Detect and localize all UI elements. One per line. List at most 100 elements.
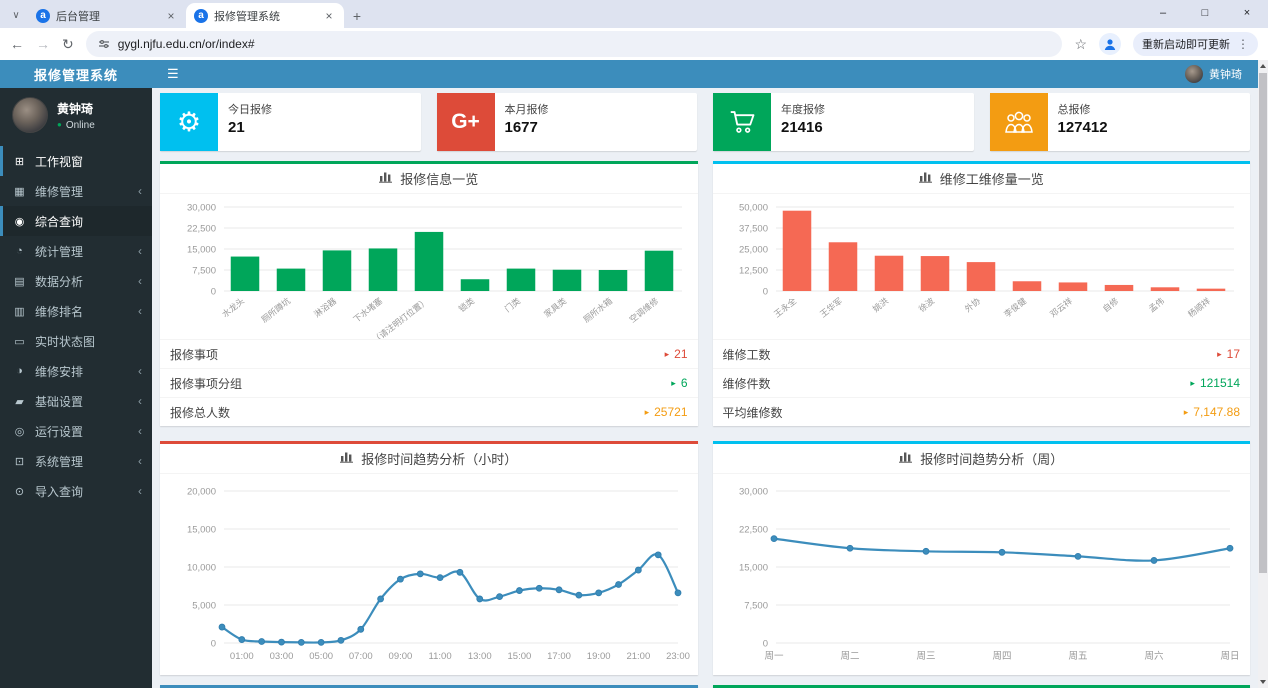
data-point-19:00[interactable]: [595, 589, 602, 597]
data-point-周五[interactable]: [1074, 552, 1082, 560]
data-point-12:00[interactable]: [456, 568, 464, 576]
site-settings-icon[interactable]: [98, 38, 110, 50]
page-scrollbar[interactable]: [1258, 60, 1268, 688]
stat-row-维修件数[interactable]: 维修件数 ▸ 121514: [712, 368, 1250, 397]
sidebar-item-实时状态图[interactable]: ▭ 实时状态图: [0, 326, 152, 356]
bar-厕所蹲坑[interactable]: [276, 268, 306, 291]
data-point-18:00[interactable]: [575, 591, 583, 599]
data-point-周二[interactable]: [846, 544, 854, 552]
bar-邓云祥[interactable]: [1058, 282, 1088, 291]
data-point-17:00[interactable]: [555, 586, 563, 594]
sidebar-item-系统管理[interactable]: ⊡ 系统管理 ‹: [0, 446, 152, 476]
bar-杨顺祥[interactable]: [1196, 288, 1226, 291]
tab-admin[interactable]: a 后台管理 ×: [28, 3, 186, 28]
data-point-06:00[interactable]: [337, 636, 345, 644]
data-point-21:00[interactable]: [634, 566, 642, 574]
svg-text:王华军: 王华军: [818, 296, 844, 320]
bar-孟伟[interactable]: [1150, 287, 1180, 291]
sidebar-item-运行设置[interactable]: ◎ 运行设置 ‹: [0, 416, 152, 446]
bar-王永全[interactable]: [782, 210, 812, 291]
stat-card-本月报修[interactable]: G+ 本月报修 1677: [436, 93, 697, 151]
bar-家具类[interactable]: [552, 269, 582, 291]
hamburger-menu-icon[interactable]: ☰: [152, 66, 194, 82]
tab-close-icon[interactable]: ×: [164, 9, 178, 23]
data-point-周六[interactable]: [1150, 557, 1158, 564]
bar-chart-icon: [379, 171, 393, 186]
data-point-01:00[interactable]: [238, 636, 245, 643]
data-point-20:00[interactable]: [614, 581, 622, 588]
app-title[interactable]: 报修管理系统: [0, 60, 152, 88]
data-point-09:00[interactable]: [396, 575, 404, 583]
data-point-周日[interactable]: [1226, 544, 1234, 552]
data-point-07:00[interactable]: [357, 625, 364, 633]
data-point-04:00[interactable]: [297, 638, 305, 646]
data-point-03:00[interactable]: [277, 638, 285, 646]
bar-空调维修[interactable]: [644, 250, 674, 291]
data-point-22:00[interactable]: [654, 551, 662, 559]
data-point-14:00[interactable]: [495, 593, 503, 601]
maximize-button[interactable]: □: [1184, 0, 1226, 26]
stat-row-平均维修数[interactable]: 平均维修数 ▸ 7,147.88: [712, 397, 1250, 426]
stat-card-今日报修[interactable]: ⚙ 今日报修 21: [160, 93, 421, 151]
data-point-11:00[interactable]: [436, 574, 444, 582]
tab-close-icon[interactable]: ×: [322, 9, 336, 23]
tab-repair-system[interactable]: a 报修管理系统 ×: [186, 3, 344, 28]
bar-下水堵塞[interactable]: [368, 248, 398, 291]
sidebar-item-导入查询[interactable]: ⊙ 导入查询 ‹: [0, 476, 152, 506]
scroll-down-arrow-icon[interactable]: [1258, 676, 1268, 688]
data-point-02:00[interactable]: [258, 638, 265, 645]
new-tab-button[interactable]: +: [344, 8, 370, 24]
data-point-05:00[interactable]: [317, 638, 325, 646]
forward-icon[interactable]: →: [36, 37, 50, 51]
data-point-15:00[interactable]: [515, 587, 523, 594]
bar-门类[interactable]: [506, 268, 536, 291]
tab-search-icon[interactable]: ∨: [4, 3, 28, 27]
bookmark-star-icon[interactable]: ☆: [1074, 36, 1087, 53]
bar-锁类[interactable]: [460, 279, 490, 291]
bar-灯（请注明灯位置）[interactable]: [414, 231, 444, 291]
address-bar[interactable]: gygl.njfu.edu.cn/or/index#: [85, 31, 1063, 57]
data-point-周一[interactable]: [770, 535, 778, 543]
kebab-menu-icon[interactable]: ⋮: [1237, 37, 1249, 51]
data-point-08:00[interactable]: [376, 595, 384, 603]
scrollbar-thumb[interactable]: [1259, 73, 1267, 573]
bar-姚洪[interactable]: [874, 255, 904, 291]
sidebar-item-数据分析[interactable]: ▤ 数据分析 ‹: [0, 266, 152, 296]
reload-icon[interactable]: ↻: [62, 37, 74, 51]
bar-外协[interactable]: [966, 262, 996, 291]
close-button[interactable]: ×: [1226, 0, 1268, 26]
bar-李俊健[interactable]: [1012, 281, 1042, 291]
sidebar-item-基础设置[interactable]: ▰ 基础设置 ‹: [0, 386, 152, 416]
data-point-13:00[interactable]: [476, 595, 483, 603]
data-point-00:00[interactable]: [218, 623, 226, 631]
sidebar-item-工作视窗[interactable]: ⊞ 工作视窗: [0, 146, 152, 176]
stat-card-年度报修[interactable]: 年度报修 21416: [713, 93, 974, 151]
bar-自修[interactable]: [1104, 284, 1134, 291]
stat-row-报修总人数[interactable]: 报修总人数 ▸ 25721: [160, 397, 698, 426]
minimize-button[interactable]: –: [1142, 0, 1184, 26]
bar-王华军[interactable]: [828, 242, 858, 291]
browser-profile-icon[interactable]: [1099, 33, 1121, 55]
stat-row-报修事项分组[interactable]: 报修事项分组 ▸ 6: [160, 368, 698, 397]
bar-水龙头[interactable]: [230, 256, 260, 291]
stat-row-报修事项[interactable]: 报修事项 ▸ 21: [160, 339, 698, 368]
data-point-16:00[interactable]: [535, 584, 543, 592]
data-point-周三[interactable]: [922, 547, 930, 555]
sidebar-item-维修排名[interactable]: ▥ 维修排名 ‹: [0, 296, 152, 326]
update-chrome-button[interactable]: 重新启动即可更新 ⋮: [1133, 32, 1258, 56]
sidebar-item-维修管理[interactable]: ▦ 维修管理 ‹: [0, 176, 152, 206]
back-icon[interactable]: ←: [10, 37, 24, 51]
bar-徐波[interactable]: [920, 256, 950, 291]
sidebar-item-综合查询[interactable]: ◉ 综合查询: [0, 206, 152, 236]
sidebar-item-统计管理[interactable]: ◔ 统计管理 ‹: [0, 236, 152, 266]
scroll-up-arrow-icon[interactable]: [1258, 60, 1268, 72]
bar-淋浴器[interactable]: [322, 250, 352, 291]
header-user-menu[interactable]: 黄钟琦: [1185, 65, 1258, 83]
sidebar-item-维修安排[interactable]: ◑ 维修安排 ‹: [0, 356, 152, 386]
bar-厕所水箱[interactable]: [598, 270, 628, 291]
data-point-23:00[interactable]: [674, 589, 682, 597]
data-point-10:00[interactable]: [416, 570, 424, 578]
stat-card-总报修[interactable]: 总报修 127412: [989, 93, 1250, 151]
stat-row-维修工数[interactable]: 维修工数 ▸ 17: [712, 339, 1250, 368]
data-point-周四[interactable]: [998, 548, 1006, 556]
